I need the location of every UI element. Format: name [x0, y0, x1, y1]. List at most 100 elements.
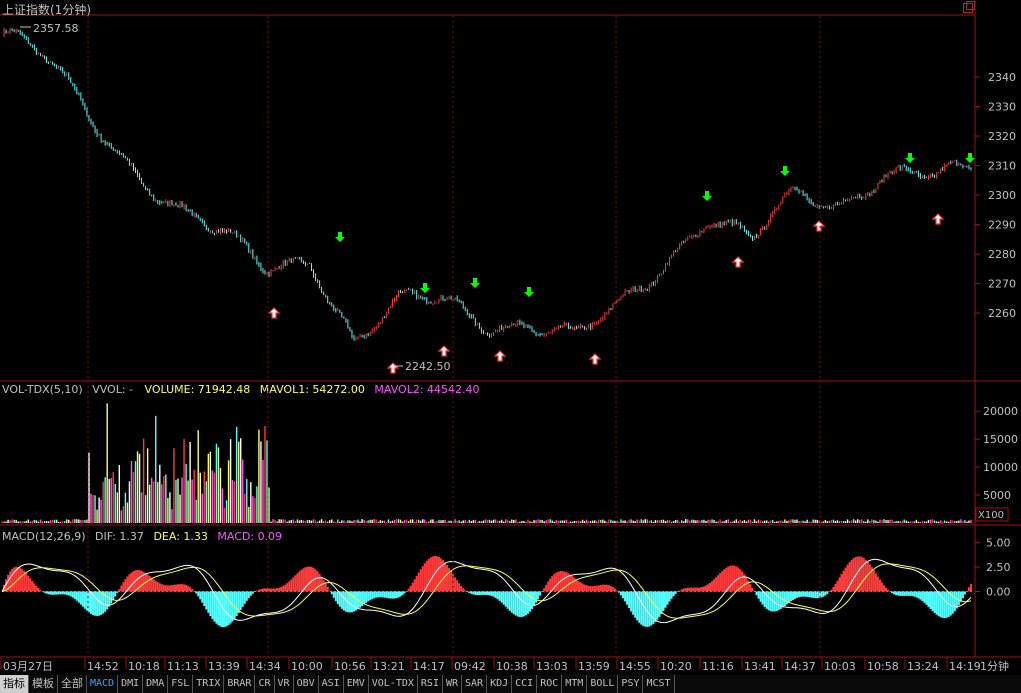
price-y-axis: 2340 2330 2320 2310 2300 2290 2280 2270 2260: [975, 71, 1016, 320]
vol-y-axis: 20000 15000 10000 5000: [975, 405, 1018, 502]
time-tick-label: 14:52: [87, 660, 119, 673]
mavol1-value: MAVOL1: 54272.00: [260, 383, 365, 396]
tab-kdj[interactable]: KDJ: [487, 675, 513, 693]
time-tick-label: 10:20: [660, 660, 692, 673]
time-tick-label: 14:19: [949, 660, 981, 673]
time-tick-label: 13:39: [208, 660, 240, 673]
tab-dmi[interactable]: DMI: [118, 675, 144, 693]
vol-indicator-name: VOL-TDX(5,10): [2, 383, 83, 396]
vol-legend: VOL-TDX(5,10) VVOL: - VOLUME: 71942.48 M…: [2, 383, 480, 396]
tab-dma[interactable]: DMA: [143, 675, 169, 693]
macd-tick-label: 0.00: [986, 586, 1011, 599]
macd-value: MACD: 0.09: [217, 530, 282, 543]
price-tick-label: 2280: [988, 248, 1016, 261]
sell-signal-arrow: [420, 283, 430, 293]
restore-window-button[interactable]: [963, 1, 975, 13]
time-tick-label: 14:17: [413, 660, 445, 673]
time-tick-label: 13:59: [578, 660, 610, 673]
buy-signal-arrow: [731, 256, 745, 268]
volume-bars: [1, 403, 972, 523]
buy-signal-arrow: [812, 220, 826, 232]
time-tick-label: 10:03: [824, 660, 856, 673]
tab-sar[interactable]: SAR: [462, 675, 488, 693]
time-tick-label: 13:21: [373, 660, 405, 673]
high-price-label: 2357.58: [33, 22, 79, 35]
price-tick-label: 2260: [988, 307, 1016, 320]
buy-signal-arrow: [493, 350, 507, 362]
tab-mtm[interactable]: MTM: [562, 675, 588, 693]
macd-tick-label: 2.50: [986, 561, 1011, 574]
tab-cr[interactable]: CR: [255, 675, 275, 693]
time-tick-label: 14:37: [784, 660, 816, 673]
tab--[interactable]: 指标: [0, 675, 29, 693]
tab-cci[interactable]: CCI: [512, 675, 538, 693]
tab-brar[interactable]: BRAR: [224, 675, 256, 693]
time-tick-label: 09:42: [454, 660, 486, 673]
indicator-tab-bar[interactable]: 指标 模板 全部 MACD DMI DMA FSL TRIX BRAR CR VR OBV ASI EMV…: [0, 675, 1021, 693]
time-tick-label: 11:13: [167, 660, 199, 673]
buy-signal-arrow: [437, 345, 451, 357]
tab-emv[interactable]: EMV: [344, 675, 369, 693]
time-tick-label: 10:56: [334, 660, 366, 673]
window-title: 上证指数(1分钟): [2, 3, 91, 17]
macd-tick-label: 5.00: [986, 537, 1011, 550]
stock-chart-canvas[interactable]: 2340 2330 2320 2310 2300 2290 2280 2270 2260 235…: [0, 0, 1021, 675]
buy-signal-arrow: [386, 362, 400, 374]
vol-tick-label: 15000: [983, 433, 1018, 446]
dea-value: DEA: 1.33: [153, 530, 207, 543]
vol-tick-label: 20000: [983, 405, 1018, 418]
buy-signal-arrow: [267, 307, 281, 319]
low-price-label: 2242.50: [405, 360, 451, 373]
tab-trix[interactable]: TRIX: [193, 675, 225, 693]
dif-value: DIF: 1.37: [95, 530, 144, 543]
time-tick-label: 10:58: [867, 660, 899, 673]
tab-psy[interactable]: PSY: [618, 675, 644, 693]
mavol2-value: MAVOL2: 44542.40: [374, 383, 479, 396]
time-tick-label: 13:41: [744, 660, 776, 673]
tab-mcst[interactable]: MCST: [643, 675, 675, 693]
vol-tick-label: 10000: [983, 461, 1018, 474]
volume-value: VOLUME: 71942.48: [145, 383, 251, 396]
tab-fsl[interactable]: FSL: [168, 675, 194, 693]
price-candles[interactable]: [3, 27, 972, 341]
time-tick-label: 03月27日: [3, 660, 53, 673]
time-tick-label: 10:18: [128, 660, 160, 673]
sell-signal-arrow: [702, 191, 712, 201]
tab-vol-tdx[interactable]: VOL-TDX: [369, 675, 418, 693]
price-tick-label: 2310: [988, 160, 1016, 173]
price-tick-label: 2300: [988, 189, 1016, 202]
period-label[interactable]: 1分钟: [980, 658, 1009, 674]
tab-roc[interactable]: ROC: [537, 675, 563, 693]
price-tick-label: 2330: [988, 101, 1016, 114]
signal-arrows: [267, 153, 975, 374]
tab-rsi[interactable]: RSI: [418, 675, 443, 693]
price-tick-label: 2340: [988, 71, 1016, 84]
sell-signal-arrow: [780, 166, 790, 176]
tab-macd[interactable]: MACD: [87, 675, 119, 693]
buy-signal-arrow: [931, 213, 945, 225]
vol-unit: X100: [978, 510, 1004, 521]
tab--[interactable]: 全部: [58, 675, 87, 693]
tab-wr[interactable]: WR: [443, 675, 463, 693]
vol-tick-label: 5000: [983, 489, 1011, 502]
tab-obv[interactable]: OBV: [294, 675, 319, 693]
price-tick-label: 2270: [988, 278, 1016, 291]
tab-boll[interactable]: BOLL: [587, 675, 619, 693]
time-tick-label: 14:34: [249, 660, 281, 673]
price-tick-label: 2290: [988, 219, 1016, 232]
time-tick-label: 14:55: [619, 660, 651, 673]
vvol-value: VVOL: -: [92, 383, 133, 396]
time-tick-label: 13:03: [536, 660, 568, 673]
tab-vr[interactable]: VR: [275, 675, 294, 693]
tab-asi[interactable]: ASI: [319, 675, 344, 693]
sell-signal-arrow: [335, 232, 345, 242]
chart-window[interactable]: 2340 2330 2320 2310 2300 2290 2280 2270 2260 235…: [0, 0, 1021, 693]
macd-indicator-name: MACD(12,26,9): [2, 530, 86, 543]
tab--[interactable]: 模板: [29, 675, 58, 693]
time-tick-label: 10:00: [291, 660, 323, 673]
time-tick-label: 13:24: [907, 660, 939, 673]
sell-signal-arrow: [470, 278, 480, 288]
price-tick-label: 2320: [988, 130, 1016, 143]
sell-signal-arrow: [905, 153, 915, 163]
buy-signal-arrow: [588, 353, 602, 365]
